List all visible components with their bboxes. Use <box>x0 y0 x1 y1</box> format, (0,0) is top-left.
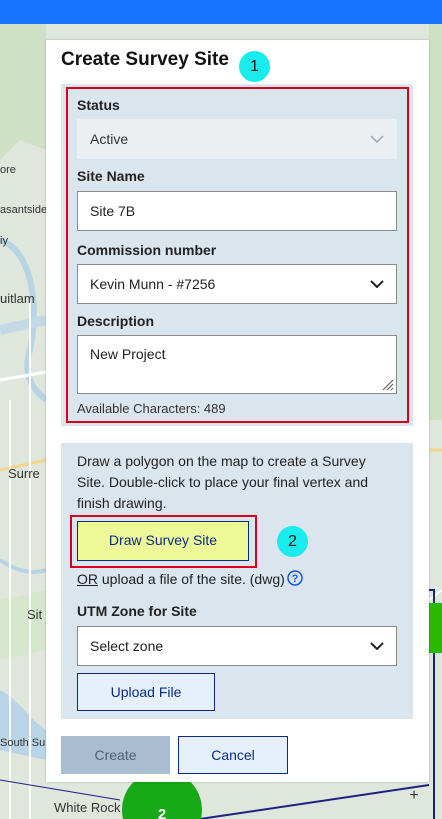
available-characters-text: Available Characters: 489 <box>77 401 226 416</box>
utm-zone-label: UTM Zone for Site <box>77 603 197 619</box>
upload-file-button[interactable]: Upload File <box>77 673 215 711</box>
chevron-down-icon <box>370 627 384 665</box>
status-select: Active <box>77 119 397 159</box>
help-icon[interactable]: ? <box>287 570 303 589</box>
draw-survey-site-button[interactable]: Draw Survey Site <box>77 521 249 561</box>
step-badge-2: 2 <box>277 526 308 557</box>
status-label: Status <box>77 97 120 113</box>
map-place-label: White Rock <box>54 800 121 815</box>
map-place-label: iy <box>0 235 8 247</box>
create-button[interactable]: Create <box>61 736 170 774</box>
map-place-label: asantside <box>0 204 48 216</box>
upload-description: upload a file of the site. (dwg) <box>98 571 285 587</box>
status-value: Active <box>90 131 129 147</box>
draw-instructions: Draw a polygon on the map to create a Su… <box>77 453 369 511</box>
site-details-section: Status Active Site Name Site 7B Commissi… <box>61 84 413 426</box>
panel-title: Create Survey Site <box>61 49 229 70</box>
commission-select[interactable]: Kevin Munn - #7256 <box>77 264 397 304</box>
utm-zone-value: Select zone <box>90 638 164 654</box>
create-survey-site-panel: Create Survey Site 1 Status Active Site … <box>46 40 429 782</box>
chevron-down-icon <box>370 265 384 303</box>
commission-label: Commission number <box>77 242 217 258</box>
step-badge-1: 1 <box>239 51 270 82</box>
utm-zone-select[interactable]: Select zone <box>77 626 397 666</box>
site-name-label: Site Name <box>77 168 145 184</box>
map-place-label: South Su <box>0 737 46 749</box>
map-place-label: uitlam <box>0 291 35 306</box>
upload-option-text: OR upload a file of the site. (dwg)? <box>77 570 303 589</box>
description-textarea[interactable]: New Project <box>77 335 397 394</box>
description-label: Description <box>77 313 155 329</box>
site-name-input[interactable]: Site 7B <box>77 191 397 231</box>
chevron-down-icon <box>370 120 384 158</box>
or-text: OR <box>77 571 98 587</box>
commission-value: Kevin Munn - #7256 <box>90 276 216 292</box>
map-place-label: ore <box>0 164 16 176</box>
description-value: New Project <box>90 346 166 362</box>
map-place-label: Surre <box>8 466 40 481</box>
app-header-bar <box>0 0 442 24</box>
zoom-in-button[interactable]: + <box>402 784 426 808</box>
cancel-button[interactable]: Cancel <box>178 736 288 774</box>
resize-handle-icon[interactable] <box>382 379 394 391</box>
map-place-label: Sit <box>27 607 43 622</box>
draw-site-section: Draw a polygon on the map to create a Su… <box>61 443 413 719</box>
svg-text:?: ? <box>291 573 298 585</box>
